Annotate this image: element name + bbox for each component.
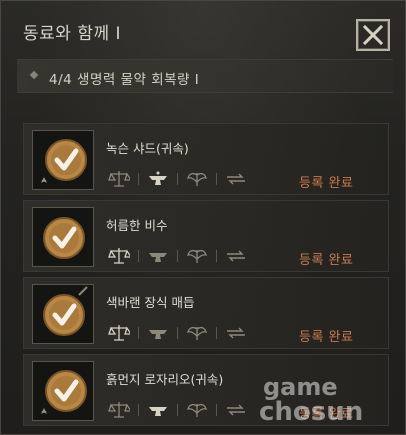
slot-icons: [104, 320, 251, 346]
slot-icons: [104, 397, 251, 423]
item-thumbnail: [32, 361, 94, 421]
status-badge: 등록 완료: [299, 330, 354, 345]
item-thumbnail: [32, 207, 94, 267]
panel-header: 동료와 함께 Ⅰ: [1, 1, 406, 59]
anvil-icon: [143, 244, 173, 268]
close-x-icon: [362, 24, 384, 46]
status-badge: 등록 완료: [299, 253, 354, 268]
slot-icons: [104, 166, 251, 192]
item-name: 흙먼지 로자리오(귀속): [106, 372, 224, 387]
item-name: 색바랜 장식 매듭: [106, 295, 195, 310]
arrows-icon: [221, 398, 251, 422]
anvil-icon: [143, 321, 173, 345]
status-badge: 등록 완료: [299, 407, 354, 422]
item-thumbnail: [32, 130, 94, 190]
arrows-icon: [221, 167, 251, 191]
checkmark-badge-icon: [43, 217, 85, 259]
quest-progress-bar: 4/4 생명력 물약 회복량 Ⅰ: [17, 59, 393, 93]
close-button[interactable]: [356, 19, 390, 51]
scale-icon: [104, 244, 134, 268]
anvil-icon: [143, 398, 173, 422]
list-item[interactable]: 녹슨 샤드(귀속) 등록 완료: [23, 123, 389, 195]
quest-progress-text: 4/4 생명력 물약 회복량 Ⅰ: [49, 72, 200, 88]
arrows-icon: [221, 244, 251, 268]
scale-icon: [104, 167, 134, 191]
item-thumbnail: [32, 284, 94, 344]
wings-icon: [182, 244, 212, 268]
status-badge: 등록 완료: [299, 176, 354, 191]
scale-icon: [104, 321, 134, 345]
scale-icon: [104, 398, 134, 422]
anvil-icon: [143, 167, 173, 191]
arrows-icon: [221, 321, 251, 345]
slot-icons: [104, 243, 251, 269]
diamond-bullet-icon: [29, 70, 39, 80]
companion-panel: 동료와 함께 Ⅰ 4/4 생명력 물약 회복량 Ⅰ 녹슨 샤드(귀속) 등록 완…: [0, 0, 406, 435]
wings-icon: [182, 321, 212, 345]
wings-icon: [182, 398, 212, 422]
item-name: 녹슨 샤드(귀속): [106, 141, 189, 156]
checkmark-badge-icon: [41, 139, 87, 183]
panel-title: 동료와 함께 Ⅰ: [23, 24, 122, 44]
checkmark-badge-icon: [43, 286, 88, 336]
item-name: 허름한 비수: [106, 218, 168, 233]
checkmark-badge-icon: [41, 370, 87, 414]
list-item[interactable]: 색바랜 장식 매듭 등록 완료: [23, 277, 389, 349]
wings-icon: [182, 167, 212, 191]
list-item[interactable]: 흙먼지 로자리오(귀속) 등록 완료: [23, 354, 389, 426]
list-item[interactable]: 허름한 비수 등록 완료: [23, 200, 389, 272]
